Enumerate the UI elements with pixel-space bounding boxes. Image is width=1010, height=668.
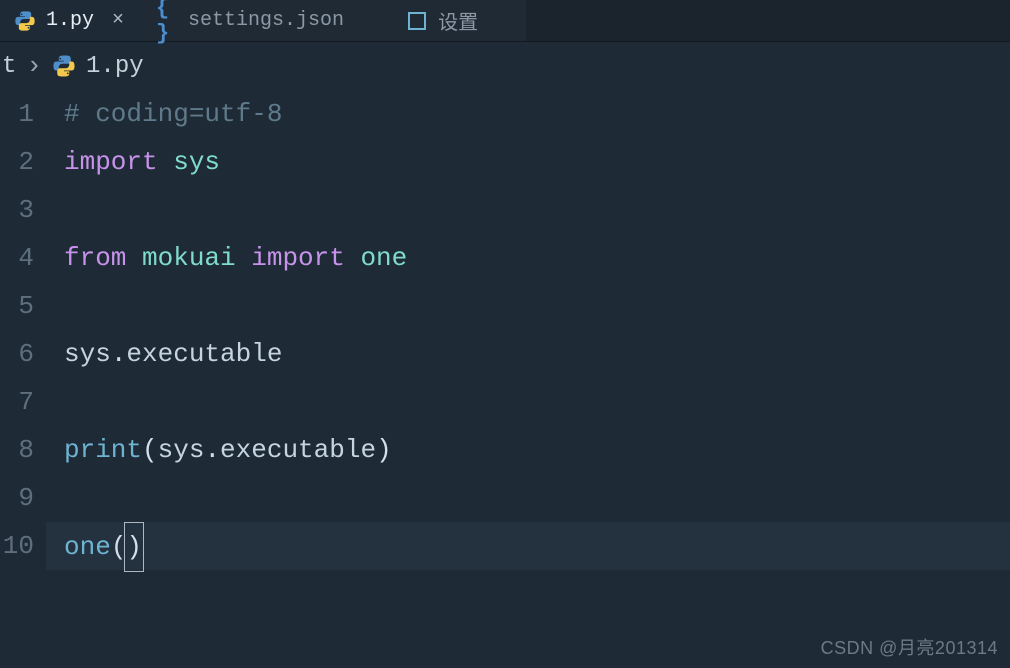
- code-token: one: [360, 243, 407, 273]
- line-number: 2: [0, 138, 34, 186]
- breadcrumb: t › 1.py: [0, 42, 1010, 90]
- settings-icon: [406, 10, 428, 32]
- code-token: from: [64, 243, 142, 273]
- code-line[interactable]: print(sys.executable): [46, 426, 1010, 474]
- code-line[interactable]: sys.executable: [46, 330, 1010, 378]
- line-number: 7: [0, 378, 34, 426]
- python-icon: [52, 54, 76, 78]
- tab-file-1py[interactable]: 1.py ×: [0, 0, 142, 41]
- code-token: .: [111, 339, 127, 369]
- code-line[interactable]: [46, 474, 1010, 522]
- tab-file-settings-json[interactable]: { } settings.json ×: [142, 0, 392, 41]
- line-number: 6: [0, 330, 34, 378]
- code-line[interactable]: from mokuai import one: [46, 234, 1010, 282]
- tab-bar: 1.py × { } settings.json × 设置 ×: [0, 0, 1010, 42]
- tab-settings[interactable]: 设置 ×: [392, 0, 526, 41]
- code-token: import: [251, 243, 360, 273]
- tab-label: 设置: [438, 6, 478, 36]
- close-icon[interactable]: ×: [112, 11, 124, 31]
- line-number: 4: [0, 234, 34, 282]
- code-area[interactable]: # coding=utf-8 import sys from mokuai impo…: [46, 90, 1010, 570]
- line-number: 9: [0, 474, 34, 522]
- code-token: # coding=utf-8: [64, 99, 282, 129]
- code-token: ): [376, 435, 392, 465]
- code-token: ): [124, 522, 144, 572]
- code-line[interactable]: [46, 186, 1010, 234]
- code-editor[interactable]: 12345678910 # coding=utf-8 import sys from…: [0, 90, 1010, 570]
- code-token: import: [64, 147, 173, 177]
- code-token: print: [64, 435, 142, 465]
- chevron-right-icon: ›: [26, 53, 42, 79]
- code-token: mokuai: [142, 243, 251, 273]
- code-line[interactable]: [46, 282, 1010, 330]
- code-token: executable: [126, 339, 282, 369]
- tab-label: settings.json: [188, 9, 344, 32]
- line-number: 10: [0, 522, 34, 570]
- breadcrumb-segment[interactable]: t: [2, 53, 16, 80]
- json-icon: { }: [156, 10, 178, 32]
- code-line[interactable]: import sys: [46, 138, 1010, 186]
- code-line[interactable]: # coding=utf-8: [46, 90, 1010, 138]
- line-number-gutter: 12345678910: [0, 90, 46, 570]
- code-token: executable: [220, 435, 376, 465]
- code-token: (: [142, 435, 158, 465]
- line-number: 8: [0, 426, 34, 474]
- tab-label: 1.py: [46, 9, 94, 32]
- code-token: sys: [173, 147, 220, 177]
- code-token: sys: [64, 339, 111, 369]
- code-line[interactable]: one(): [46, 522, 1010, 570]
- code-token: .: [204, 435, 220, 465]
- line-number: 3: [0, 186, 34, 234]
- line-number: 1: [0, 90, 34, 138]
- line-number: 5: [0, 282, 34, 330]
- python-icon: [14, 10, 36, 32]
- code-token: sys: [158, 435, 205, 465]
- code-line[interactable]: [46, 378, 1010, 426]
- code-token: one: [64, 532, 111, 562]
- watermark: CSDN @月亮201314: [821, 634, 998, 660]
- breadcrumb-file[interactable]: 1.py: [86, 53, 144, 80]
